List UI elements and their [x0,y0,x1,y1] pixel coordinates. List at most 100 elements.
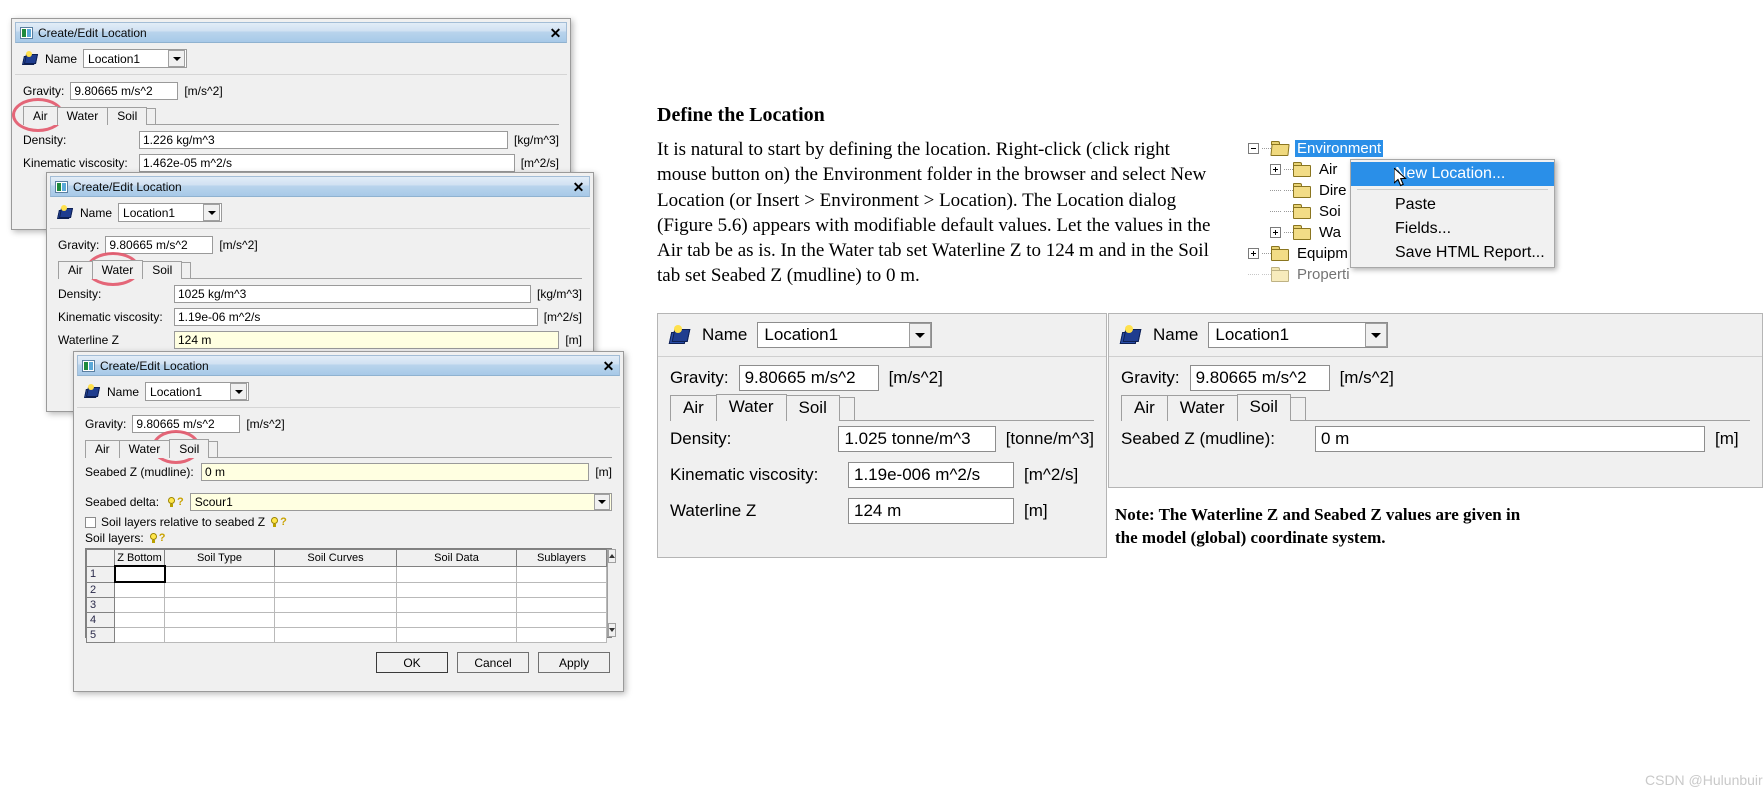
menu-item-save-html-report[interactable]: Save HTML Report... [1351,241,1554,265]
cell-sublayers[interactable] [516,565,607,583]
gravity-input[interactable]: 9.80665 m/s^2 [1189,365,1330,391]
name-combobox[interactable]: Location1 [145,382,250,401]
close-icon[interactable]: ✕ [547,25,564,40]
collapse-minus-icon[interactable] [1248,143,1259,154]
tab-soil[interactable]: Soil [142,261,183,279]
checkbox-soil-layers-relative[interactable]: Soil layers relative to seabed Z ? [85,515,612,529]
tab-air[interactable]: Air [85,440,120,458]
tree-node-environment[interactable]: Environment [1248,138,1478,159]
cell-soil-type[interactable] [164,565,275,583]
gravity-input[interactable]: 9.80665 m/s^2 [70,82,179,100]
col-sublayers[interactable]: Sublayers [516,549,607,567]
gravity-input[interactable]: 9.80665 m/s^2 [738,365,879,391]
cell-soil-data[interactable] [396,627,517,643]
cell-soil-type[interactable] [164,597,275,613]
tab-water[interactable]: Water [715,394,787,421]
name-combobox[interactable]: Location1 [118,203,223,222]
cell-z-bottom[interactable] [114,612,165,628]
tree-label-soil[interactable]: Soi [1317,203,1343,220]
table-row[interactable]: 1 [86,565,607,583]
tab-water[interactable]: Water [118,440,171,458]
cell-soil-curves[interactable] [274,627,397,643]
tab-soil[interactable]: Soil [107,107,148,125]
cell-sublayers[interactable] [516,597,607,613]
name-combobox[interactable]: Location1 [757,322,933,348]
cell-soil-data[interactable] [396,581,517,598]
chevron-down-icon[interactable] [230,383,248,400]
density-input[interactable]: 1025 kg/m^3 [174,285,532,303]
checkbox-box[interactable] [85,516,96,528]
cell-z-bottom[interactable] [114,627,165,643]
tab-air[interactable]: Air [1121,395,1168,421]
ok-button[interactable]: OK [376,652,448,673]
cell-soil-type[interactable] [164,627,275,643]
name-combobox[interactable]: Location1 [83,49,188,68]
cell-sublayers[interactable] [516,627,607,643]
seabed-z-input[interactable]: 0 m [1315,426,1705,452]
cell-soil-curves[interactable] [274,581,397,598]
cell-z-bottom[interactable] [113,565,166,583]
menu-item-new-location[interactable]: New Location... [1351,162,1554,186]
dialog-titlebar[interactable]: Create/Edit Location ✕ [50,176,590,197]
tab-water[interactable]: Water [56,107,109,125]
gravity-input[interactable]: 9.80665 m/s^2 [132,415,241,433]
kinematic-viscosity-input[interactable]: 1.462e-05 m^2/s [139,154,515,172]
tabstrip[interactable]: Air Water Soil [50,260,590,279]
scroll-down-icon[interactable] [608,623,616,637]
apply-button[interactable]: Apply [538,652,610,673]
cell-soil-curves[interactable] [274,565,397,583]
tree-label-properties[interactable]: Properti [1295,266,1352,283]
tab-air[interactable]: Air [23,106,58,125]
tree-label-direction[interactable]: Dire [1317,182,1349,199]
cell-sublayers[interactable] [516,612,607,628]
table-row[interactable]: 4 [86,612,607,628]
table-row[interactable]: 2 [86,581,607,598]
panel-tabstrip[interactable]: Air Water Soil [658,394,1106,421]
soil-layers-table[interactable]: Z Bottom Soil Type Soil Curves Soil Data… [86,549,607,643]
chevron-down-icon[interactable] [1365,323,1388,347]
menu-item-fields[interactable]: Fields... [1351,217,1554,241]
expand-plus-icon[interactable] [1270,164,1281,175]
tree-label-air[interactable]: Air [1317,161,1339,178]
cancel-button[interactable]: Cancel [457,652,529,673]
cell-soil-type[interactable] [164,612,275,628]
waterline-z-input[interactable]: 124 m [848,498,1014,524]
density-input[interactable]: 1.226 kg/m^3 [139,131,509,149]
tab-soil[interactable]: Soil [169,439,210,458]
tree-label-environment[interactable]: Environment [1295,140,1384,157]
name-combobox[interactable]: Location1 [1208,322,1389,348]
waterline-z-input[interactable]: 124 m [174,331,560,349]
expand-plus-icon[interactable] [1248,248,1259,259]
col-z-bottom[interactable]: Z Bottom [114,549,165,567]
cell-soil-data[interactable] [396,597,517,613]
cell-z-bottom[interactable] [114,581,165,598]
kinematic-viscosity-input[interactable]: 1.19e-006 m^2/s [848,462,1014,488]
cell-soil-data[interactable] [396,612,517,628]
tab-soil[interactable]: Soil [1236,394,1291,421]
tab-water[interactable]: Water [1166,395,1238,421]
cell-sublayers[interactable] [516,581,607,598]
hint-icon-soil-layers[interactable]: ? [149,532,165,544]
cell-soil-curves[interactable] [274,597,397,613]
panel-tabstrip[interactable]: Air Water Soil [1109,394,1762,421]
scroll-up-icon[interactable] [608,549,616,563]
cell-soil-data[interactable] [396,565,517,583]
dialog-titlebar[interactable]: Create/Edit Location ✕ [15,22,567,43]
context-menu[interactable]: New Location... Paste Fields... Save HTM… [1350,159,1555,268]
col-soil-type[interactable]: Soil Type [164,549,275,567]
tabstrip[interactable]: Air Water Soil [77,439,620,458]
tab-soil[interactable]: Soil [785,395,840,421]
seabed-z-input[interactable]: 0 m [201,463,590,481]
cell-soil-curves[interactable] [274,612,397,628]
col-soil-data[interactable]: Soil Data [396,549,517,567]
close-icon[interactable]: ✕ [600,358,617,373]
chevron-down-icon[interactable] [909,323,932,347]
density-input[interactable]: 1.025 tonne/m^3 [838,426,996,452]
menu-item-paste[interactable]: Paste [1351,193,1554,217]
col-soil-curves[interactable]: Soil Curves [274,549,397,567]
close-icon[interactable]: ✕ [570,179,587,194]
gravity-input[interactable]: 9.80665 m/s^2 [105,236,214,254]
tree-label-water[interactable]: Wa [1317,224,1343,241]
tabstrip[interactable]: Air Water Soil [15,106,567,125]
tab-air[interactable]: Air [670,395,717,421]
